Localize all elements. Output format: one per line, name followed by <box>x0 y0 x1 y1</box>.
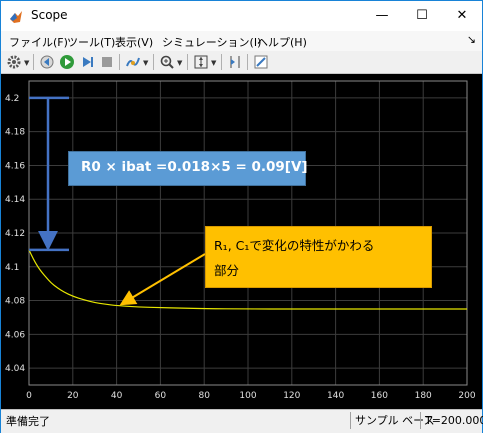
run-icon[interactable] <box>59 54 75 70</box>
voltage-drop-callout: R0 × ibat =0.018×5 = 0.09[V] <box>68 151 308 186</box>
minimize-button[interactable]: — <box>362 1 402 31</box>
settings-icon[interactable] <box>6 54 22 70</box>
autoscale-icon[interactable] <box>193 54 209 70</box>
y-tick-label: 4.16 <box>5 161 25 171</box>
x-tick-label: 180 <box>415 391 432 401</box>
toolbar-separator <box>221 54 222 70</box>
x-tick-label: 40 <box>111 391 123 401</box>
rc-characteristic-callout: R₁, C₁で変化の特性がかわる 部分 <box>205 226 432 288</box>
rc-pointer-arrow <box>119 253 206 306</box>
toolbar-separator <box>33 54 34 70</box>
toolbar-separator <box>247 54 248 70</box>
title-bar: Scope — ☐ ✕ <box>1 1 482 31</box>
autoscale-dropdown-icon[interactable]: ▼ <box>211 59 216 67</box>
menu-help[interactable]: ヘルプ(H) <box>257 34 307 50</box>
voltage-drop-label: R0 × ibat =0.018×5 = 0.09[V] <box>81 159 308 175</box>
toolbar-separator <box>119 54 120 70</box>
toolbar-separator <box>153 54 154 70</box>
status-ready: 準備完了 <box>6 415 50 428</box>
zoom-dropdown-icon[interactable]: ▼ <box>177 59 182 67</box>
zoom-icon[interactable] <box>159 54 175 70</box>
y-tick-label: 4.12 <box>5 229 25 239</box>
status-mode: サンプル ベース <box>350 412 435 429</box>
x-tick-label: 20 <box>67 391 79 401</box>
menu-view[interactable]: 表示(V) <box>115 34 153 50</box>
y-tick-label: 4.18 <box>5 128 25 138</box>
x-tick-label: 100 <box>239 391 256 401</box>
scope-window: Scope — ☐ ✕ ファイル(F) ツール(T) 表示(V) シミュレーショ… <box>0 0 483 433</box>
status-bar: 準備完了 サンプル ベース T=200.000 <box>1 409 483 433</box>
matlab-icon <box>9 9 23 23</box>
x-tick-label: 140 <box>327 391 344 401</box>
y-tick-label: 4.14 <box>5 195 25 205</box>
rc-label-line2: 部分 <box>214 263 240 278</box>
x-tick-label: 120 <box>283 391 300 401</box>
y-tick-label: 4.04 <box>5 364 25 374</box>
step-forward-icon[interactable] <box>79 54 95 70</box>
step-back-icon[interactable] <box>39 54 55 70</box>
highlight-icon[interactable] <box>125 54 141 70</box>
close-button[interactable]: ✕ <box>442 1 482 31</box>
y-tick-label: 4.06 <box>5 330 25 340</box>
toolbar: ▼ ▼ ▼ ▼ <box>1 51 482 74</box>
edit-icon[interactable] <box>253 54 269 70</box>
rc-label-line1: R₁, C₁で変化の特性がかわる <box>214 238 375 253</box>
y-tick-label: 4.08 <box>5 297 25 307</box>
y-tick-label: 4.2 <box>5 94 19 104</box>
stop-icon[interactable] <box>99 54 115 70</box>
menu-file[interactable]: ファイル(F) <box>9 34 68 50</box>
window-title: Scope <box>31 8 68 22</box>
highlight-dropdown-icon[interactable]: ▼ <box>143 59 148 67</box>
x-tick-label: 0 <box>26 391 32 401</box>
menu-tools[interactable]: ツール(T) <box>67 34 115 50</box>
cursor-measure-icon[interactable] <box>227 54 243 70</box>
toolbar-separator <box>187 54 188 70</box>
dock-arrow-icon[interactable]: ↘ <box>467 33 476 46</box>
x-tick-label: 80 <box>198 391 210 401</box>
settings-dropdown-icon[interactable]: ▼ <box>24 59 29 67</box>
menu-bar: ファイル(F) ツール(T) 表示(V) シミュレーション(I) ヘルプ(H) … <box>1 31 482 51</box>
x-tick-label: 200 <box>458 391 475 401</box>
maximize-button[interactable]: ☐ <box>402 1 442 31</box>
y-tick-label: 4.1 <box>5 263 19 273</box>
x-tick-label: 160 <box>371 391 388 401</box>
menu-simulation[interactable]: シミュレーション(I) <box>162 34 261 50</box>
x-tick-label: 60 <box>155 391 167 401</box>
status-time: T=200.000 <box>420 412 483 429</box>
